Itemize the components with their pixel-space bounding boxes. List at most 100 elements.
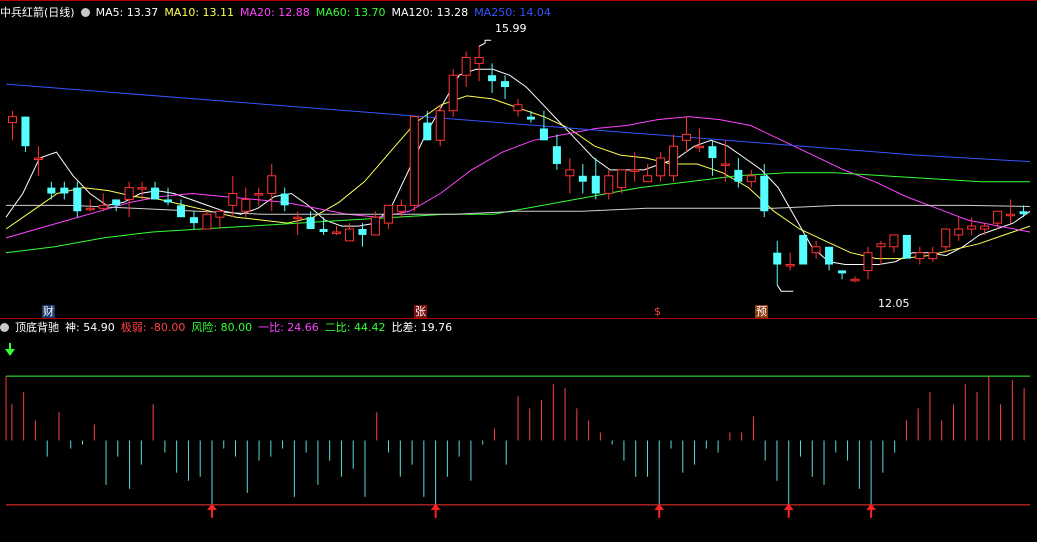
ma-line-ma60 xyxy=(5,172,1030,254)
ma20-label: MA20: 12.88 xyxy=(240,6,310,19)
marker-dollar[interactable]: $ xyxy=(653,305,662,318)
candle-body-up xyxy=(889,234,899,248)
candle-body-up xyxy=(915,252,925,260)
candle-body-up xyxy=(720,163,730,166)
candle-body-up xyxy=(785,264,795,267)
candle-body-down xyxy=(825,246,834,265)
ma-line-ma20 xyxy=(5,116,1031,239)
candle-body-up xyxy=(254,193,264,196)
candle-body-down xyxy=(526,116,535,120)
candle-body-down xyxy=(47,187,56,194)
indicator-value-risk: 风险: 80.00 xyxy=(191,321,253,334)
candle-body-up xyxy=(630,169,640,172)
candle-body-down xyxy=(423,122,432,141)
candle-body-down xyxy=(60,187,69,194)
indicator-settings-circle-icon[interactable] xyxy=(0,323,9,332)
candle-body-up xyxy=(811,246,821,254)
candle-body-up xyxy=(33,157,43,161)
candle-body-up xyxy=(137,187,147,190)
candle-body-down xyxy=(319,229,328,232)
candle-body-up xyxy=(876,243,886,248)
indicator-name: 顶底背驰 xyxy=(15,321,59,334)
ma250-label: MA250: 14.04 xyxy=(474,6,551,19)
candle-body-down xyxy=(501,81,510,88)
candle-body-up xyxy=(474,56,484,64)
settings-circle-icon[interactable] xyxy=(80,8,90,17)
candle-body-up xyxy=(383,204,393,224)
candle-body-down xyxy=(539,128,548,141)
candle-body-up xyxy=(980,225,990,230)
candle-body-up xyxy=(344,228,355,242)
ma-line-ma250 xyxy=(5,83,1031,163)
candle-body-up xyxy=(656,157,666,177)
stock-title: 中兵红箭(日线) xyxy=(0,6,75,19)
candle-body-down xyxy=(1019,211,1028,215)
candle-body-down xyxy=(708,146,717,159)
candle-body-up xyxy=(267,175,277,195)
indicator-value-shen: 神: 54.90 xyxy=(65,321,115,334)
candle-body-up xyxy=(448,74,458,112)
candle-body-down xyxy=(280,193,289,206)
indicator-value-diff: 比差: 19.76 xyxy=(391,321,453,334)
candle-body-up xyxy=(461,56,471,76)
candle-body-up xyxy=(370,216,380,236)
candle-body-down xyxy=(164,199,173,203)
candle-body-up xyxy=(228,193,238,206)
candle-body-up xyxy=(409,116,419,206)
candle-body-down xyxy=(799,234,808,265)
candle-body-up xyxy=(215,210,225,218)
ma60-label: MA60: 13.70 xyxy=(315,6,386,19)
high-leader xyxy=(478,39,492,47)
candle-body-up xyxy=(993,210,1003,224)
ma-line-ma10 xyxy=(5,95,1031,260)
ma-line-ma5 xyxy=(5,68,1031,265)
sell-arrow-icon xyxy=(5,349,15,356)
marker-finance[interactable]: 财 xyxy=(42,305,55,318)
candle-body-up xyxy=(928,252,938,260)
marker-rise[interactable]: 张 xyxy=(414,305,427,318)
ma10-label: MA10: 13.11 xyxy=(164,6,235,19)
candle-body-up xyxy=(954,228,964,236)
candle-body-up xyxy=(617,169,627,189)
candle-body-down xyxy=(176,205,186,218)
candle-body-up xyxy=(396,204,406,212)
ma5-label: MA5: 13.37 xyxy=(95,6,159,19)
candle-body-down xyxy=(189,217,198,224)
candle-body-up xyxy=(1006,213,1016,217)
candle-body-up xyxy=(565,169,575,177)
candle-body-up xyxy=(643,175,653,183)
candle-body-up xyxy=(746,175,756,183)
candle-body-up xyxy=(435,110,445,141)
candle-body-down xyxy=(591,175,600,194)
candle-body-down xyxy=(73,187,82,212)
candle-body-down xyxy=(306,217,315,230)
candle-body-down xyxy=(760,175,769,212)
candle-body-down xyxy=(773,252,782,265)
candle-body-down xyxy=(112,199,121,206)
stock-chart xyxy=(0,0,1037,518)
candle-body-down xyxy=(358,229,367,235)
candle-body-up xyxy=(863,252,873,271)
candle-body-down xyxy=(21,116,30,147)
candle-body-up xyxy=(85,207,95,211)
price-legend: 中兵红箭(日线) MA5: 13.37 MA10: 13.11 MA20: 12.88… xyxy=(0,5,557,21)
high-price-label: 15.99 xyxy=(495,22,527,35)
candle-body-down xyxy=(902,234,911,259)
candle-body-down xyxy=(578,175,587,182)
candle-body-up xyxy=(332,231,342,234)
candle-body-down xyxy=(552,146,561,164)
candle-body-up xyxy=(669,145,679,177)
candle-body-up xyxy=(7,116,17,124)
candle-body-down xyxy=(151,187,160,200)
candle-body-up xyxy=(967,225,977,230)
marker-forecast[interactable]: 预 xyxy=(755,305,768,318)
candle-body-down xyxy=(488,75,497,82)
indicator-value-ratio2: 二比: 44.42 xyxy=(324,321,386,334)
candle-body-up xyxy=(513,104,523,112)
candle-body-up xyxy=(241,198,251,212)
candle-body-down xyxy=(734,169,743,182)
candle-body-up xyxy=(681,133,692,141)
candle-body-up xyxy=(124,187,134,200)
candle-body-down xyxy=(838,270,847,274)
candle-body-up xyxy=(694,145,704,149)
